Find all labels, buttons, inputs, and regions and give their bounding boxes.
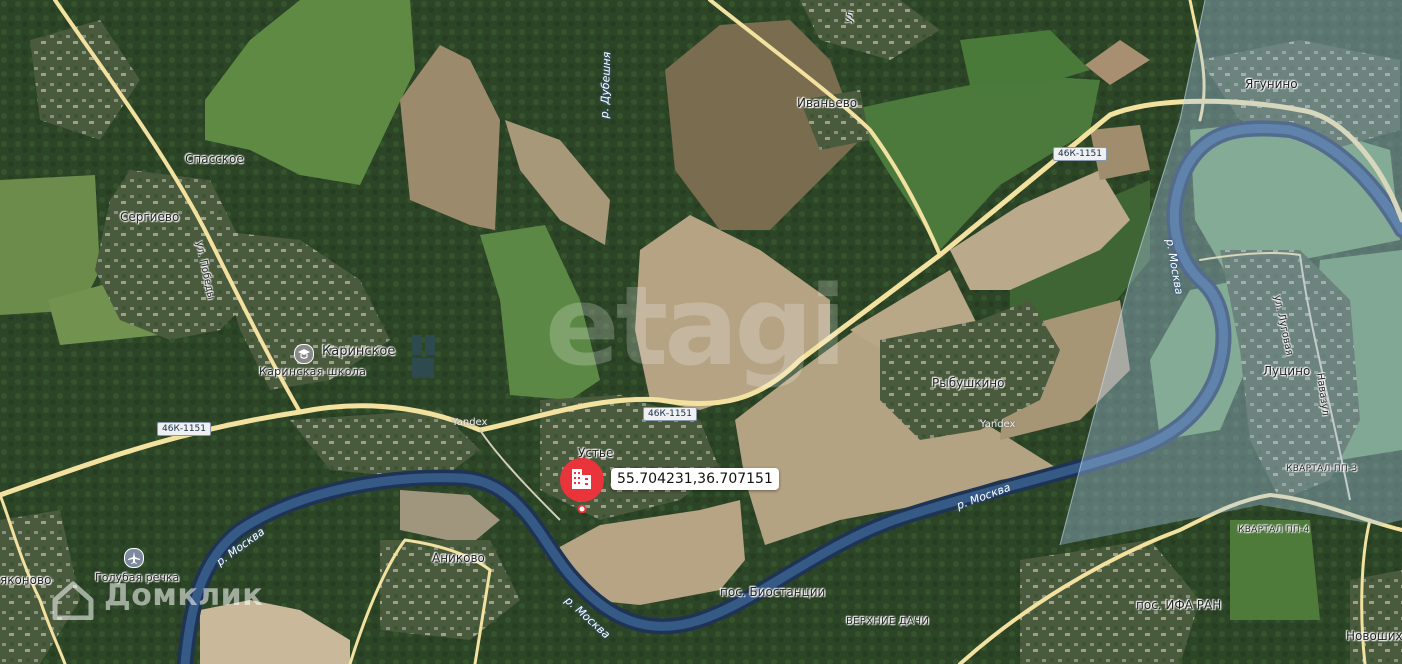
- district-label: КВАРТАЛ ПП-4: [1238, 525, 1310, 535]
- yandex-attribution: Yandex: [452, 417, 488, 428]
- place-label: ВЕРХНИЕ ДАЧИ: [846, 616, 930, 627]
- satellite-map[interactable]: etagi 46К-1151 46К-1151 46К-1151 Спасско…: [0, 0, 1402, 664]
- road-shield: 46К-1151: [1053, 147, 1107, 161]
- road-shield: 46К-1151: [643, 407, 697, 421]
- etagi-watermark: etagi: [545, 262, 847, 390]
- airplane-icon[interactable]: [124, 548, 144, 568]
- school-icon[interactable]: [294, 344, 314, 364]
- domclick-watermark: Домклик: [104, 578, 264, 613]
- place-label: Новошихо: [1346, 629, 1402, 643]
- location-pin-icon[interactable]: [557, 455, 607, 514]
- place-label: Иваньево: [797, 96, 858, 110]
- place-label: пос. ИФА РАН: [1136, 598, 1222, 612]
- place-label: Рыбушкино: [932, 376, 1005, 390]
- place-label: яконово: [0, 573, 52, 587]
- place-label: Луцино: [1263, 364, 1311, 378]
- poi-label: Каринская школа: [259, 365, 367, 378]
- coordinates-label[interactable]: 55.704231,36.707151: [611, 468, 779, 490]
- yandex-attribution: Yandex: [980, 419, 1016, 430]
- district-label: КВАРТАЛ ПП-3: [1286, 464, 1358, 474]
- place-label: Аниково: [432, 551, 485, 565]
- place-label: Каринское: [322, 344, 396, 359]
- road-shield: 46К-1151: [157, 422, 211, 436]
- street-label: ул: [842, 10, 856, 25]
- place-label: Ягунино: [1245, 77, 1298, 91]
- place-label: Сергиево: [120, 210, 180, 224]
- place-label: Спасское: [185, 152, 244, 166]
- domclick-logo-icon: [52, 580, 94, 624]
- river-label: р. Дубешня: [598, 51, 614, 119]
- place-label: пос. Биостанции: [720, 585, 826, 599]
